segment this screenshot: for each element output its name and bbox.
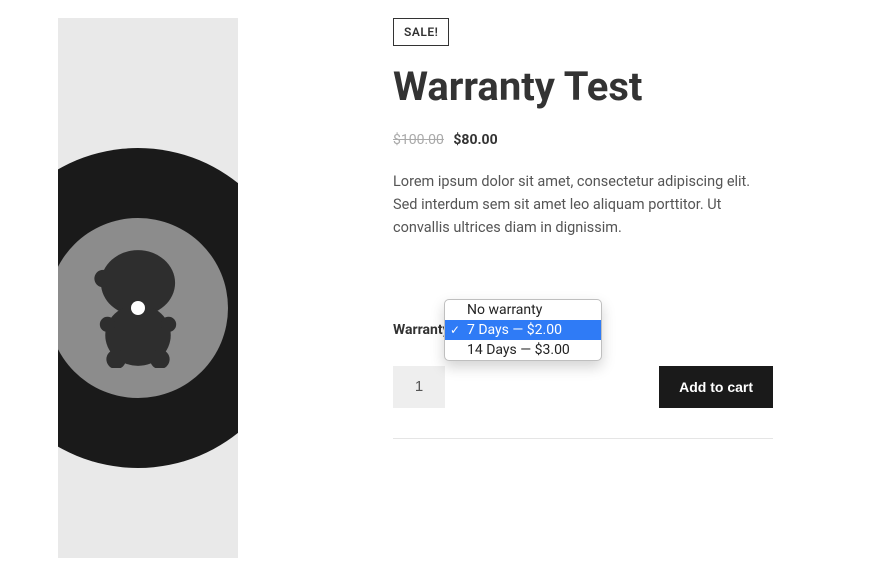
- warranty-option-7days[interactable]: ✓ 7 Days — $2.00: [445, 320, 601, 340]
- product-description: Lorem ipsum dolor sit amet, consectetur …: [393, 170, 773, 240]
- add-to-cart-button[interactable]: Add to cart: [659, 366, 773, 408]
- check-icon: ✓: [450, 321, 460, 339]
- divider: [393, 438, 773, 439]
- warranty-option-14days[interactable]: 14 Days — $3.00: [445, 340, 601, 360]
- price-sale: $80.00: [453, 132, 497, 148]
- price-original: $100.00: [393, 132, 444, 148]
- quantity-input[interactable]: [393, 366, 445, 408]
- price-row: $100.00 $80.00: [393, 132, 773, 148]
- warranty-option-none[interactable]: No warranty: [445, 300, 601, 320]
- product-title: Warranty Test: [393, 64, 773, 110]
- vinyl-record-icon: [58, 148, 238, 468]
- sale-badge: SALE!: [393, 18, 449, 46]
- product-image[interactable]: [58, 18, 238, 558]
- warranty-dropdown[interactable]: No warranty ✓ 7 Days — $2.00 14 Days — $…: [444, 299, 602, 361]
